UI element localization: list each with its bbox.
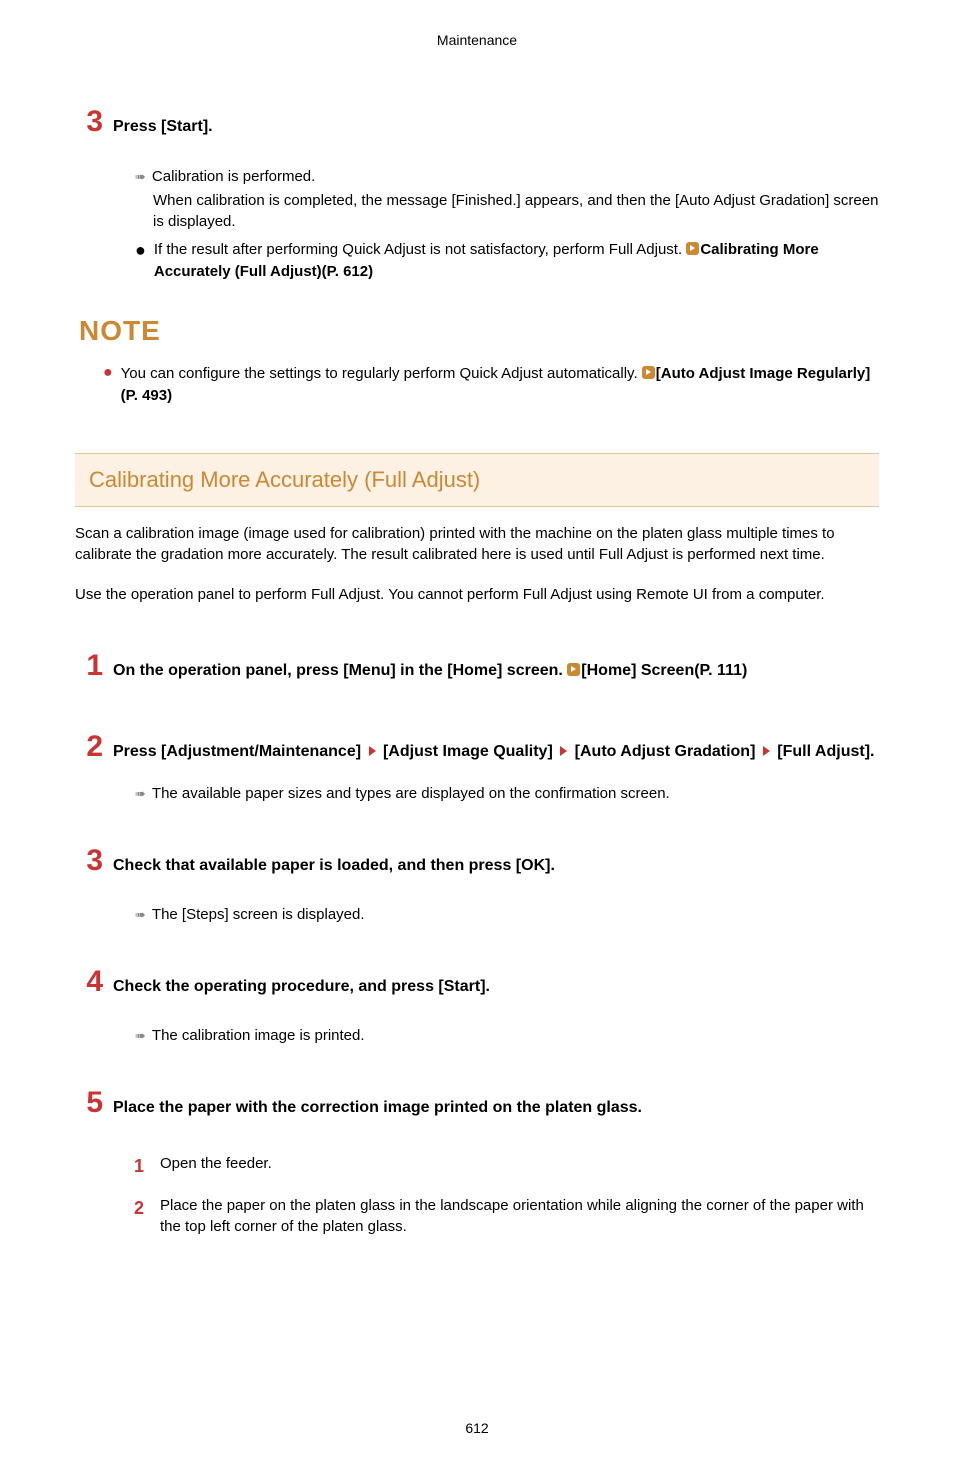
crossref-icon <box>642 366 655 379</box>
step-result-line2: When calibration is completed, the messa… <box>153 190 879 234</box>
result-text: Calibration is performed. <box>152 166 315 188</box>
step-title: Press [Start]. <box>113 115 213 138</box>
section-heading-wrap: Calibrating More Accurately (Full Adjust… <box>75 453 879 507</box>
seg-3: [Full Adjust]. <box>777 743 874 760</box>
step-number: 2 <box>75 725 103 769</box>
result-arrow-icon: ➠ <box>135 168 146 187</box>
section-para-1: Scan a calibration image (image used for… <box>75 523 879 567</box>
bullet-text: If the result after performing Quick Adj… <box>154 241 686 258</box>
step-number: 4 <box>75 960 103 1004</box>
result-text: The calibration image is printed. <box>152 1025 365 1047</box>
note-block: NOTE ● You can configure the settings to… <box>75 311 879 407</box>
substep-text: Place the paper on the platen glass in t… <box>160 1195 879 1239</box>
step-title-text: On the operation panel, press [Menu] in … <box>113 662 567 679</box>
step-number: 1 <box>75 644 103 688</box>
substep-number: 2 <box>130 1195 144 1221</box>
step-title: Press [Adjustment/Maintenance] [Adjust I… <box>113 740 874 763</box>
step-title: Check the operating procedure, and press… <box>113 975 490 998</box>
step-result: ➠ The [Steps] screen is displayed. <box>135 904 879 926</box>
substep-list: 1 Open the feeder. 2 Place the paper on … <box>130 1153 879 1239</box>
seg-0: Press [Adjustment/Maintenance] <box>113 743 361 760</box>
step-3-press-start: 3 Press [Start]. ➠ Calibration is perfor… <box>75 100 879 282</box>
substep-text: Open the feeder. <box>160 1153 272 1175</box>
step-number: 5 <box>75 1081 103 1125</box>
note-content: You can configure the settings to regula… <box>121 363 879 407</box>
step-3: 3 Check that available paper is loaded, … <box>75 839 879 926</box>
note-text: You can configure the settings to regula… <box>121 365 642 382</box>
note-bullet: ● You can configure the settings to regu… <box>103 363 879 407</box>
step-number: 3 <box>75 100 103 144</box>
bullet-dot-icon: ● <box>135 241 146 259</box>
section-para-2: Use the operation panel to perform Full … <box>75 584 879 606</box>
step-result: ➠ Calibration is performed. <box>135 166 879 188</box>
result-arrow-icon: ➠ <box>135 906 146 925</box>
triangle-icon <box>369 746 376 756</box>
triangle-icon <box>763 746 770 756</box>
step-title: On the operation panel, press [Menu] in … <box>113 659 747 682</box>
step-result: ➠ The available paper sizes and types ar… <box>135 783 879 805</box>
step-4: 4 Check the operating procedure, and pre… <box>75 960 879 1047</box>
bullet-content: If the result after performing Quick Adj… <box>154 239 879 283</box>
result-text: The available paper sizes and types are … <box>152 783 670 805</box>
step-2: 2 Press [Adjustment/Maintenance] [Adjust… <box>75 725 879 804</box>
crossref-link[interactable]: [Home] Screen(P. 111) <box>581 662 747 679</box>
step-bullet: ● If the result after performing Quick A… <box>135 239 879 283</box>
page-number: 612 <box>75 1418 879 1438</box>
result-arrow-icon: ➠ <box>135 785 146 804</box>
seg-2: [Auto Adjust Gradation] <box>575 743 756 760</box>
crossref-icon <box>686 242 699 255</box>
result-text: The [Steps] screen is displayed. <box>152 904 365 926</box>
bullet-dot-icon: ● <box>103 363 113 407</box>
crossref-icon <box>567 663 580 676</box>
seg-1: [Adjust Image Quality] <box>383 743 553 760</box>
step-5: 5 Place the paper with the correction im… <box>75 1081 879 1238</box>
step-title: Place the paper with the correction imag… <box>113 1096 642 1119</box>
substep-2: 2 Place the paper on the platen glass in… <box>130 1195 879 1239</box>
section-heading: Calibrating More Accurately (Full Adjust… <box>75 453 879 507</box>
step-title: Check that available paper is loaded, an… <box>113 854 555 877</box>
substep-1: 1 Open the feeder. <box>130 1153 879 1179</box>
substep-number: 1 <box>130 1153 144 1179</box>
step-result: ➠ The calibration image is printed. <box>135 1025 879 1047</box>
triangle-icon <box>560 746 567 756</box>
result-arrow-icon: ➠ <box>135 1027 146 1046</box>
step-1: 1 On the operation panel, press [Menu] i… <box>75 644 879 688</box>
page-header: Maintenance <box>75 30 879 50</box>
step-number: 3 <box>75 839 103 883</box>
note-title: NOTE <box>79 311 879 352</box>
